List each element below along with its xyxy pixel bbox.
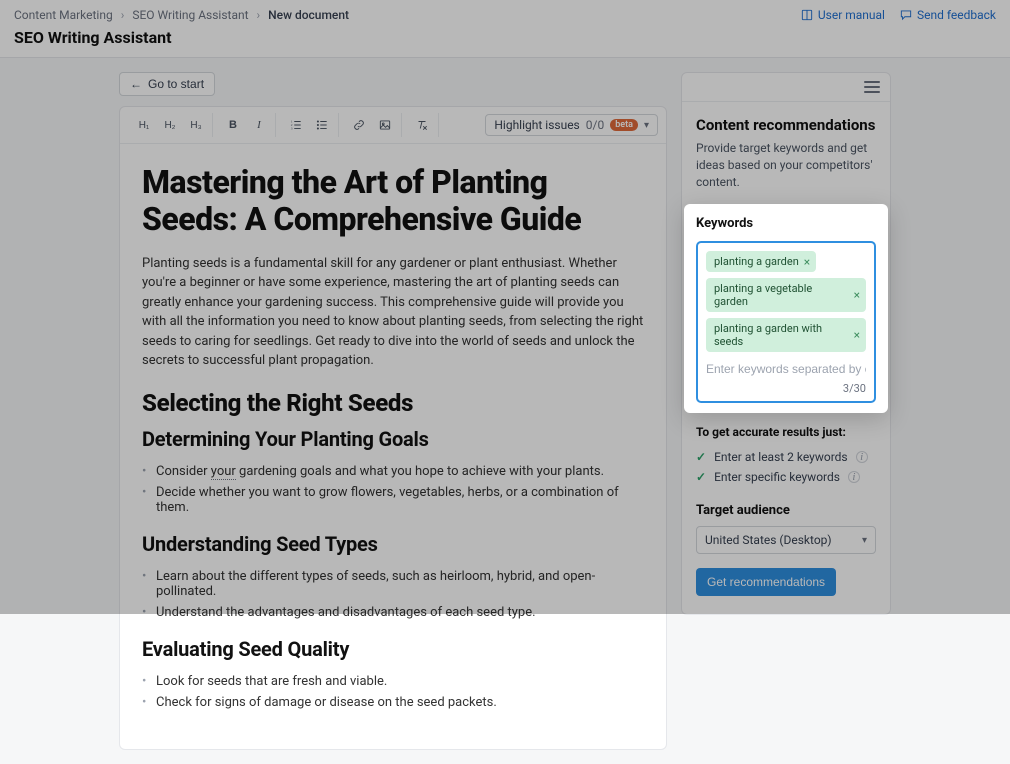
target-audience-value: United States (Desktop) (705, 533, 832, 547)
get-recommendations-button[interactable]: Get recommendations (696, 568, 836, 596)
user-manual-link[interactable]: User manual (800, 8, 885, 22)
keywords-popout: Keywords planting a garden × planting a v… (684, 204, 888, 413)
send-feedback-label: Send feedback (917, 8, 996, 22)
arrow-left-icon: ← (130, 77, 142, 91)
list-planting-goals: Consider your gardening goals and what y… (156, 461, 644, 518)
clear-format-icon (415, 118, 429, 132)
tip-row: ✓ Enter specific keywords i (696, 467, 876, 487)
user-manual-label: User manual (818, 8, 885, 22)
list-item[interactable]: Understand the advantages and disadvanta… (156, 602, 644, 623)
breadcrumb-seo-writing-assistant[interactable]: SEO Writing Assistant (132, 8, 248, 22)
header-bar: Content Marketing › SEO Writing Assistan… (0, 0, 1010, 58)
check-icon: ✓ (696, 470, 706, 484)
sidebar-inner: Content recommendations Provide target k… (682, 102, 890, 614)
heading-seed-types[interactable]: Understanding Seed Types (142, 532, 644, 556)
chat-icon (899, 8, 913, 22)
intro-paragraph[interactable]: Planting seeds is a fundamental skill fo… (142, 254, 644, 371)
keywords-count: 3/30 (706, 382, 866, 395)
workspace: ← Go to start H₁ H₂ H₃ B I 123 (0, 58, 1010, 764)
sidebar-column: Content recommendations Provide target k… (681, 72, 891, 750)
go-to-start-wrap: ← Go to start (119, 72, 667, 96)
breadcrumb-content-marketing[interactable]: Content Marketing (14, 8, 113, 22)
remove-keyword-button[interactable]: × (854, 329, 860, 341)
header-actions: User manual Send feedback (800, 8, 996, 22)
list-item[interactable]: Consider your gardening goals and what y… (156, 461, 644, 482)
keyword-chip-label: planting a vegetable garden (714, 282, 849, 308)
chevron-right-icon: › (257, 8, 261, 22)
keywords-input-box[interactable]: planting a garden × planting a vegetable … (696, 241, 876, 403)
keyword-chip: planting a garden with seeds × (706, 318, 866, 352)
ordered-list-button[interactable]: 123 (284, 113, 308, 137)
editor-toolbar: H₁ H₂ H₃ B I 123 (120, 107, 666, 144)
heading1-button[interactable]: H₁ (132, 113, 156, 137)
heading-selecting-seeds[interactable]: Selecting the Right Seeds (142, 389, 644, 417)
text: Consider (156, 464, 211, 479)
list-item[interactable]: Decide whether you want to grow flowers,… (156, 482, 644, 518)
keywords-title: Keywords (696, 216, 876, 231)
bullet-list-icon (315, 118, 329, 132)
keyword-chip: planting a garden × (706, 251, 816, 272)
target-audience-title: Target audience (696, 503, 876, 518)
recommendations-desc: Provide target keywords and get ideas ba… (696, 140, 876, 190)
chevron-down-icon: ▾ (644, 120, 649, 131)
keyword-chip-label: planting a garden (714, 255, 799, 268)
highlight-issues-count: 0/0 (586, 118, 604, 132)
page-title: SEO Writing Assistant (14, 28, 996, 47)
italic-button[interactable]: I (247, 113, 271, 137)
keywords-chips: planting a garden × planting a vegetable … (706, 251, 866, 352)
image-button[interactable] (373, 113, 397, 137)
chevron-down-icon: ▾ (862, 535, 867, 546)
clear-format-button[interactable] (410, 113, 434, 137)
remove-keyword-button[interactable]: × (854, 289, 860, 301)
tip-text: Enter at least 2 keywords (714, 450, 848, 464)
list-item[interactable]: Check for signs of damage or disease on … (156, 692, 644, 713)
keyword-chip: planting a vegetable garden × (706, 278, 866, 312)
breadcrumb-current: New document (268, 8, 349, 22)
list-seed-quality: Look for seeds that are fresh and viable… (156, 671, 644, 713)
sidebar-card: Content recommendations Provide target k… (681, 72, 891, 615)
underlined-word[interactable]: your (211, 464, 236, 480)
remove-keyword-button[interactable]: × (804, 256, 810, 268)
go-to-start-button[interactable]: ← Go to start (119, 72, 215, 96)
unordered-list-button[interactable] (310, 113, 334, 137)
svg-text:3: 3 (291, 127, 293, 131)
bold-button[interactable]: B (221, 113, 245, 137)
check-icon: ✓ (696, 450, 706, 464)
highlight-issues-dropdown[interactable]: Highlight issues 0/0 beta ▾ (485, 114, 658, 136)
target-audience-select[interactable]: United States (Desktop) ▾ (696, 526, 876, 554)
sidebar-head (682, 73, 890, 102)
tip-text: Enter specific keywords (714, 470, 840, 484)
beta-badge: beta (610, 119, 638, 131)
book-icon (800, 8, 814, 22)
list-item[interactable]: Look for seeds that are fresh and viable… (156, 671, 644, 692)
link-icon (352, 118, 366, 132)
menu-icon[interactable] (864, 81, 880, 93)
list-item[interactable]: Learn about the different types of seeds… (156, 566, 644, 602)
highlight-issues-label: Highlight issues (494, 118, 579, 132)
tip-row: ✓ Enter at least 2 keywords i (696, 447, 876, 467)
editor-column: ← Go to start H₁ H₂ H₃ B I 123 (119, 72, 667, 750)
tips-title: To get accurate results just: (696, 425, 876, 439)
heading-seed-quality[interactable]: Evaluating Seed Quality (142, 637, 644, 661)
info-icon[interactable]: i (848, 471, 860, 483)
list-seed-types: Learn about the different types of seeds… (156, 566, 644, 623)
document-body[interactable]: Mastering the Art of Planting Seeds: A C… (120, 144, 666, 749)
editor-card: H₁ H₂ H₃ B I 123 (119, 106, 667, 750)
keyword-chip-label: planting a garden with seeds (714, 322, 849, 348)
keywords-input[interactable] (706, 360, 866, 382)
chevron-right-icon: › (121, 8, 125, 22)
heading2-button[interactable]: H₂ (158, 113, 182, 137)
go-to-start-label: Go to start (148, 77, 204, 91)
link-button[interactable] (347, 113, 371, 137)
text: gardening goals and what you hope to ach… (236, 464, 604, 479)
heading-planting-goals[interactable]: Determining Your Planting Goals (142, 427, 644, 451)
heading3-button[interactable]: H₃ (184, 113, 208, 137)
send-feedback-link[interactable]: Send feedback (899, 8, 996, 22)
document-title[interactable]: Mastering the Art of Planting Seeds: A C… (142, 164, 644, 238)
info-icon[interactable]: i (856, 451, 868, 463)
image-icon (378, 118, 392, 132)
recommendations-title: Content recommendations (696, 116, 876, 134)
ordered-list-icon: 123 (289, 118, 303, 132)
